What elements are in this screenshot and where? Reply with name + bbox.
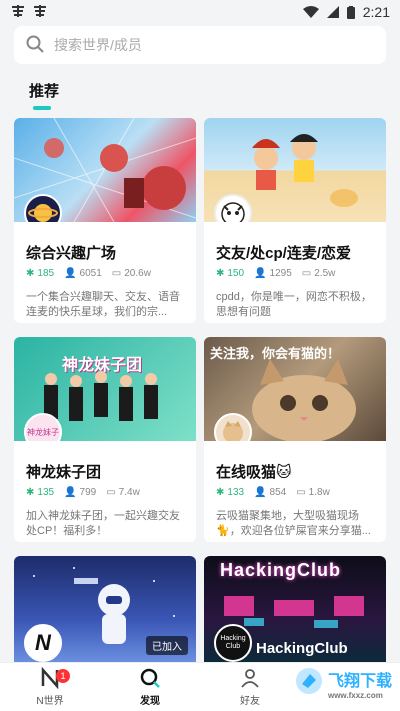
card-stats: ✱ 150 👤 1295 ▭ 2.5w [216, 268, 335, 279]
card-title: 神龙妹子团 [26, 464, 102, 481]
card-community[interactable]: 已加入 N [14, 556, 196, 662]
card-title: 交友/处cp/连麦/恋爱 [216, 245, 352, 262]
comment-icon: ▭ [111, 268, 122, 279]
card-community[interactable]: 综合兴趣广场 ✱ 185 👤 6051 ▭ 20.6w 一个集合兴趣聊天、交友、语音连… [14, 118, 196, 323]
card-description: 一个集合兴趣聊天、交友、语音连麦的快乐星球，我们的宗... [26, 291, 180, 318]
person-icon: 👤 [64, 268, 77, 279]
tab-indicator [33, 106, 51, 110]
card-stats: ✱ 185 👤 6051 ▭ 20.6w [26, 268, 151, 279]
search-bar[interactable]: 搜索世界/成员 [14, 26, 386, 64]
nav-label: 好友 [240, 696, 260, 707]
card-cover-image: 关注我，你会有猫的！ [204, 337, 386, 441]
status-left [10, 4, 48, 21]
post-count: ▭ 2.5w [301, 268, 336, 279]
member-count: 👤 6051 [64, 268, 102, 279]
post-count: ▭ 20.6w [111, 268, 151, 279]
discover-icon [139, 667, 161, 692]
comment-icon: ▭ [301, 268, 312, 279]
card-cover-image: 神龙妹子团 神龙妹子 [14, 337, 196, 441]
comment-icon: ▭ [106, 487, 116, 498]
watermark-logo-icon [294, 666, 324, 701]
nav-n-world[interactable]: N世界 1 [0, 663, 100, 711]
status-right: 2:21 [302, 4, 390, 20]
card-title: 综合兴趣广场 [26, 245, 117, 262]
card-community[interactable]: 交友/处cp/连麦/恋爱 ✱ 150 👤 1295 ▭ 2.5w cpdd，你是唯一，… [204, 118, 386, 323]
active-dot-icon: ✱ [26, 268, 35, 279]
watermark-text-group: 飞翔下载 www.fxxz.com [328, 667, 392, 700]
person-icon: 👤 [254, 268, 267, 279]
card-cover-image [14, 118, 196, 222]
card-community[interactable]: 关注我，你会有猫的！ 在线吸猫🐱 ✱ 133 👤 854 ▭ 1.8w 云吸猫聚集地，… [204, 337, 386, 542]
active-dot-icon: ✱ [216, 268, 225, 279]
comment-icon: ▭ [296, 487, 306, 498]
active-dot-icon: ✱ [26, 487, 35, 498]
card-stats: ✱ 135 👤 799 ▭ 7.4w [26, 487, 140, 498]
card-cover-image: 已加入 N [14, 556, 196, 662]
nav-label: N世界 [36, 696, 64, 707]
member-count: 👤 799 [64, 487, 97, 498]
status-bar: 2:21 [0, 0, 400, 24]
app-icon [10, 4, 26, 21]
card-title: 在线吸猫🐱 [216, 464, 292, 481]
community-avatar: N [24, 624, 62, 662]
active-count: ✱ 133 [216, 487, 245, 498]
community-avatar: Hacking Club [214, 624, 252, 662]
card-description: 加入神龙妹子团，一起兴趣交友处CP！福利多！ [26, 510, 180, 537]
wifi-icon [302, 6, 319, 18]
notification-badge: 1 [56, 669, 70, 683]
active-count: ✱ 135 [26, 487, 55, 498]
watermark: 飞翔下载 www.fxxz.com [294, 666, 392, 701]
battery-icon [346, 5, 355, 19]
friends-icon [239, 667, 261, 692]
card-cover-image [204, 118, 386, 222]
watermark-text: 飞翔下载 [327, 673, 392, 690]
person-icon: 👤 [64, 487, 77, 498]
active-count: ✱ 150 [216, 268, 245, 279]
signal-icon [326, 6, 339, 18]
status-time: 2:21 [362, 4, 390, 20]
post-count: ▭ 7.4w [106, 487, 140, 498]
cover-banner-text-2: HackingClub [256, 640, 348, 657]
member-count: 👤 1295 [254, 268, 292, 279]
nav-discover[interactable]: 发现 [100, 663, 200, 711]
search-icon [26, 35, 44, 56]
app-icon [32, 4, 48, 21]
card-stats: ✱ 133 👤 854 ▭ 1.8w [216, 487, 330, 498]
joined-badge: 已加入 [146, 636, 188, 655]
post-count: ▭ 1.8w [296, 487, 330, 498]
person-icon: 👤 [254, 487, 267, 498]
card-community[interactable]: 神龙妹子团 神龙妹子 神龙妹子团 ✱ 135 👤 799 ▭ 7.4w 加入神龙妹子团… [14, 337, 196, 542]
active-dot-icon: ✱ [216, 487, 225, 498]
card-description: cpdd，你是唯一，网恋不积极，思想有问题 [216, 291, 372, 318]
active-count: ✱ 185 [26, 268, 55, 279]
card-description: 云吸猫聚集地，大型吸猫现场🐈，欢迎各位铲屎官来分享猫... [216, 510, 371, 537]
section-title[interactable]: 推荐 [29, 80, 59, 101]
watermark-sub: www.fxxz.com [327, 691, 383, 700]
nav-friends[interactable]: 好友 [200, 663, 300, 711]
nav-label: 发现 [140, 696, 160, 707]
member-count: 👤 854 [254, 487, 287, 498]
card-community[interactable]: HackingClub HackingClub Hacking Club [204, 556, 386, 662]
card-cover-image: HackingClub HackingClub Hacking Club [204, 556, 386, 662]
search-placeholder: 搜索世界/成员 [54, 37, 142, 53]
